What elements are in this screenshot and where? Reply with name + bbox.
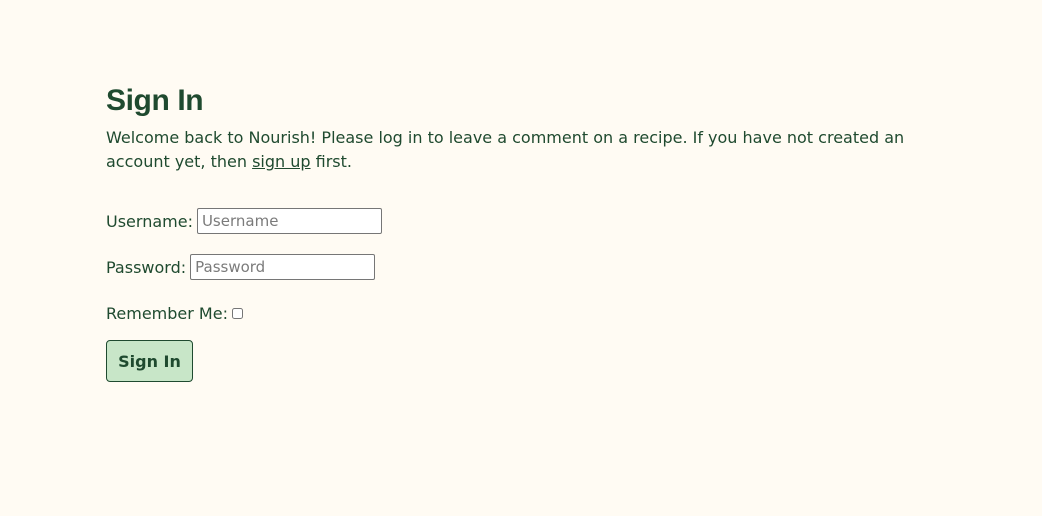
signup-link[interactable]: sign up: [252, 152, 310, 171]
remember-checkbox[interactable]: [231, 307, 243, 319]
signin-form: Username: Password: Remember Me: Sign In: [106, 206, 966, 382]
intro-text-start: Welcome back to Nourish! Please log in t…: [106, 128, 905, 171]
username-input[interactable]: [196, 208, 382, 234]
remember-label: Remember Me:: [106, 303, 228, 323]
intro-text-end: first.: [310, 152, 352, 171]
remember-row: Remember Me:: [106, 298, 966, 328]
signin-container: Sign In Welcome back to Nourish! Please …: [106, 84, 966, 382]
password-label: Password:: [106, 257, 187, 277]
password-input[interactable]: [190, 254, 376, 280]
password-row: Password:: [106, 252, 966, 282]
signin-button[interactable]: Sign In: [106, 340, 193, 382]
page-title: Sign In: [106, 84, 204, 117]
intro-text: Welcome back to Nourish! Please log in t…: [106, 126, 966, 174]
username-label: Username:: [106, 211, 193, 231]
username-row: Username:: [106, 206, 966, 236]
